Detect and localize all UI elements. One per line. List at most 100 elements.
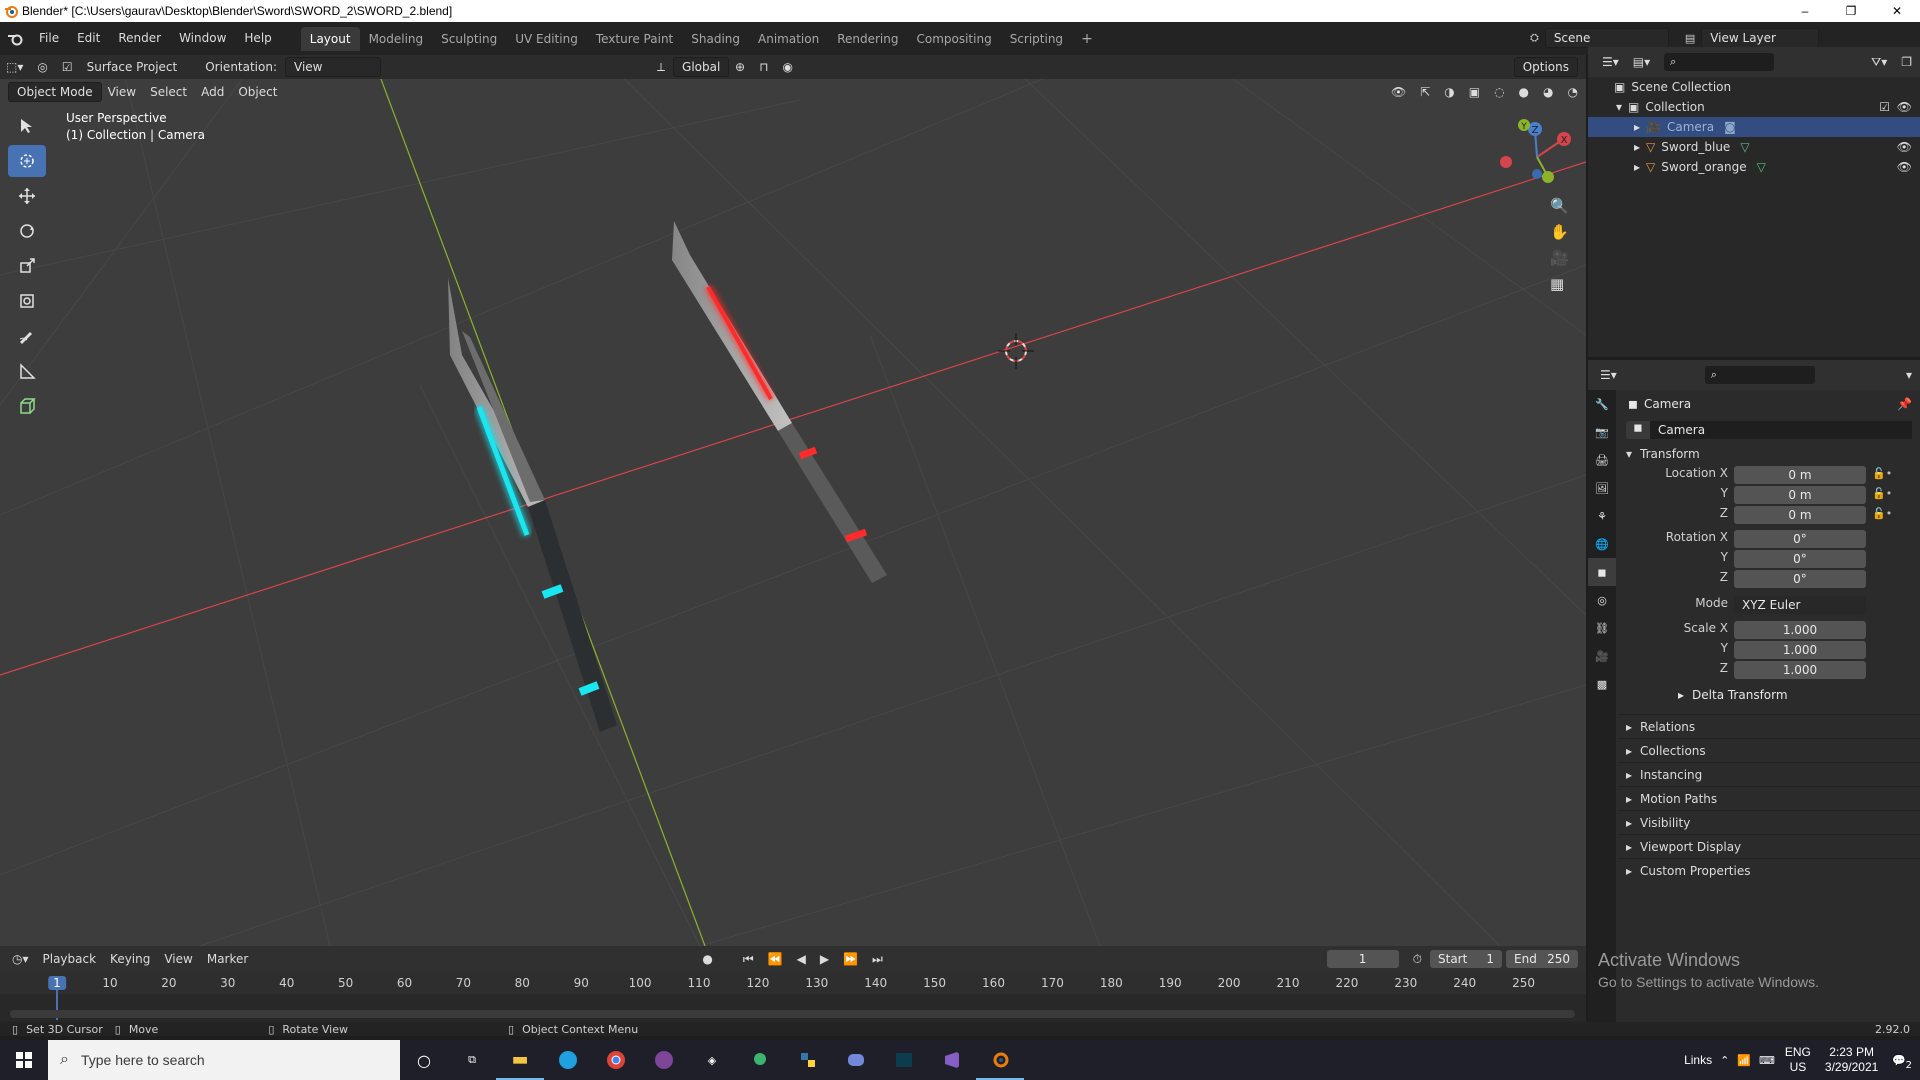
pan-hand-icon[interactable]: ✋ (1550, 223, 1569, 241)
wifi-icon[interactable]: 📶 (1737, 1054, 1751, 1067)
rotation-y-field[interactable]: 0° (1734, 550, 1866, 568)
pin-icon[interactable]: 📌 (1897, 397, 1912, 411)
texture-tab-icon[interactable]: ▩ (1588, 670, 1616, 698)
display-mode-icon[interactable]: ▤▾ (1627, 53, 1656, 71)
orientation-dropdown[interactable]: View (285, 57, 382, 77)
taskbar-search-input[interactable]: ⌕ Type here to search (48, 1040, 400, 1080)
menu-help[interactable]: Help (235, 22, 280, 55)
play-reverse-icon[interactable]: ◀ (791, 950, 812, 968)
tool-tab-icon[interactable]: 🔧 (1588, 390, 1616, 418)
outliner-search-input[interactable]: ⌕ (1664, 53, 1775, 71)
notification-icon[interactable]: 💬 2 (1892, 1054, 1912, 1071)
camera-view-icon[interactable]: 🎥 (1550, 249, 1569, 267)
unity-icon[interactable]: ◈ (688, 1040, 736, 1080)
zoom-icon[interactable]: 🔍 (1550, 197, 1569, 215)
shading-wireframe-icon[interactable]: ◌ (1488, 83, 1510, 101)
rotate-tool-icon[interactable] (8, 215, 46, 247)
viewport-menu-add[interactable]: Add (195, 83, 230, 101)
section-visibility[interactable]: ▸ Visibility (1618, 810, 1920, 834)
scene-selector[interactable]: Scene (1544, 28, 1669, 48)
scale-y-field[interactable]: 1.000 (1734, 641, 1866, 659)
tab-shading[interactable]: Shading (682, 27, 749, 51)
expand-arrow-icon[interactable]: ▸ (1634, 160, 1640, 174)
play-icon[interactable]: ▶ (814, 950, 835, 968)
grid-view-icon[interactable]: ▦ (1550, 275, 1569, 293)
add-workspace-icon[interactable]: + (1072, 27, 1102, 51)
tab-sculpting[interactable]: Sculpting (432, 27, 506, 51)
world-tab-icon[interactable]: 🌐 (1588, 530, 1616, 558)
tab-modeling[interactable]: Modeling (360, 27, 433, 51)
shading-rendered-icon[interactable]: ◔ (1562, 83, 1584, 101)
transform-space-dropdown[interactable]: Global (673, 57, 730, 77)
overlay-toggle-icon[interactable]: ◑ (1438, 83, 1460, 101)
annotate-tool-icon[interactable] (8, 320, 46, 352)
jump-keyframe-forward-icon[interactable]: ⏩ (837, 950, 864, 968)
tool-icon[interactable]: ◎ (31, 58, 53, 76)
visibility-eye-icon[interactable]: 👁 (1897, 160, 1912, 174)
stopwatch-icon[interactable]: ⏱ (1407, 950, 1428, 969)
maps-icon[interactable] (736, 1040, 784, 1080)
lock-icon[interactable]: 🔓• (1872, 486, 1892, 502)
section-motion-paths[interactable]: ▸ Motion Paths (1618, 786, 1920, 810)
rotation-x-field[interactable]: 0° (1734, 530, 1866, 548)
options-dropdown[interactable]: Options (1513, 57, 1578, 77)
snap-icon[interactable]: ⊓ (753, 58, 774, 76)
visibility-eye-icon[interactable]: 👁 (1897, 140, 1912, 154)
scale-x-field[interactable]: 1.000 (1734, 621, 1866, 639)
links-toolbar[interactable]: Links (1684, 1053, 1712, 1067)
terminal-icon[interactable] (880, 1040, 928, 1080)
outliner-editor-icon[interactable]: ☰▾ (1596, 53, 1625, 71)
end-frame-field[interactable]: End 250 (1506, 950, 1578, 968)
measure-tool-icon[interactable] (8, 355, 46, 387)
scene-tab-icon[interactable]: ⚘ (1588, 502, 1616, 530)
view-layer-selector[interactable]: View Layer (1701, 28, 1820, 48)
transform-header[interactable]: ▾ Transform (1618, 442, 1920, 466)
python-icon[interactable] (784, 1040, 832, 1080)
properties-search-input[interactable]: ⌕ (1704, 366, 1815, 384)
visual-studio-icon[interactable] (928, 1040, 976, 1080)
viewport-scene[interactable]: X Z Y (0, 55, 1586, 946)
location-y-field[interactable]: 0 m (1734, 486, 1866, 504)
rotation-mode-dropdown[interactable]: XYZ Euler (1734, 596, 1866, 614)
close-button[interactable]: ✕ (1874, 0, 1920, 22)
outliner-item-sword-orange[interactable]: ▸ ▽ Sword_orange ▽ 👁 (1588, 157, 1920, 177)
timeline-ruler[interactable]: 1 10 20 30 40 50 60 70 80 90 100 110 120 130 140 150 160… (0, 972, 1586, 1020)
windows-start-icon[interactable] (0, 1040, 48, 1080)
scale-z-field[interactable]: 1.000 (1734, 661, 1866, 679)
task-view-icon[interactable]: ⧉ (448, 1040, 496, 1080)
section-viewport-display[interactable]: ▸ Viewport Display (1618, 834, 1920, 858)
expand-arrow-icon[interactable]: ▸ (1634, 120, 1640, 134)
keyboard-icon[interactable]: ⌨ (1759, 1054, 1775, 1067)
3d-cursor-icon[interactable] (998, 333, 1034, 369)
file-explorer-icon[interactable]: ▬ (496, 1040, 544, 1080)
gizmo-toggle-icon[interactable]: ⇱ (1414, 83, 1436, 101)
collapse-arrow-icon[interactable]: ▾ (1616, 100, 1622, 114)
rotation-z-field[interactable]: 0° (1734, 570, 1866, 588)
viewport-menu-object[interactable]: Object (232, 83, 283, 101)
keying-menu[interactable]: Keying (104, 950, 156, 968)
tab-animation[interactable]: Animation (749, 27, 828, 51)
physics-tab-icon[interactable]: ◎ (1588, 586, 1616, 614)
chrome-icon[interactable] (592, 1040, 640, 1080)
shading-material-icon[interactable]: ◕ (1537, 83, 1559, 101)
sword-orange-object[interactable] (672, 221, 887, 583)
discord-icon[interactable] (832, 1040, 880, 1080)
cursor-tool-icon[interactable] (8, 145, 46, 177)
object-data-tab-icon[interactable]: 🎥 (1588, 642, 1616, 670)
editor-type-icon[interactable]: ⬚▾ (0, 58, 29, 76)
lock-icon[interactable]: 🔓• (1872, 506, 1892, 522)
maximize-button[interactable]: ❐ (1828, 0, 1874, 22)
scale-tool-icon[interactable] (8, 250, 46, 282)
output-tab-icon[interactable]: 🖨 (1588, 446, 1616, 474)
sword-blue-object[interactable] (448, 278, 617, 732)
blender-taskbar-icon[interactable] (976, 1040, 1024, 1080)
move-tool-icon[interactable] (8, 180, 46, 212)
viewport-menu-select[interactable]: Select (144, 83, 193, 101)
minimize-button[interactable]: – (1782, 0, 1828, 22)
expand-arrow-icon[interactable]: ▸ (1634, 140, 1640, 154)
cortana-icon[interactable]: ○ (400, 1040, 448, 1080)
outliner-scene-collection[interactable]: ▣ Scene Collection (1588, 77, 1920, 97)
view-layer-tab-icon[interactable]: 🖼 (1588, 474, 1616, 502)
jump-start-icon[interactable]: ⏮ (737, 950, 760, 969)
object-name-field[interactable]: Camera (1650, 421, 1912, 439)
